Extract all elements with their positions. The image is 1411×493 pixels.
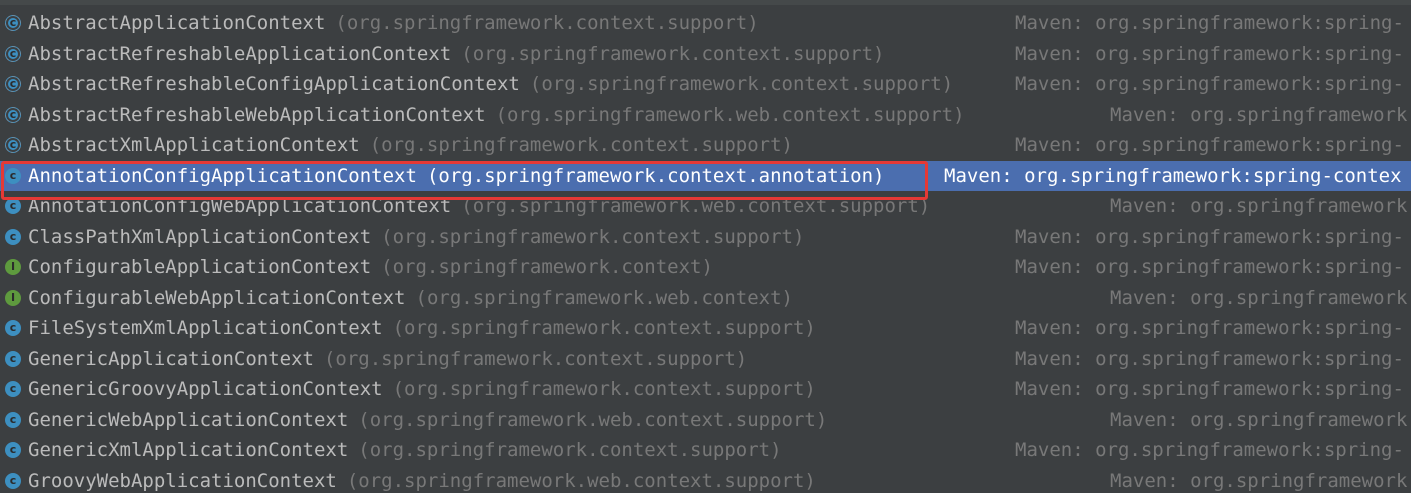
interface-icon: I — [5, 289, 21, 306]
library-name: Maven: org.springframework — [1110, 408, 1408, 431]
list-item-text: AbstractRefreshableApplicationContext (or… — [28, 42, 885, 66]
abstract-class-icon: c — [5, 137, 21, 153]
class-name: AbstractXmlApplicationContext — [28, 134, 360, 156]
list-item-text: GenericWebApplicationContext (org.springf… — [28, 408, 827, 432]
list-item[interactable]: c AbstractApplicationContext (org.springfr… — [0, 8, 1411, 39]
class-icon: c — [5, 411, 21, 428]
list-item[interactable]: c GroovyWebApplicationContext (org.springf… — [0, 466, 1411, 493]
popup-header-strip — [0, 0, 1411, 5]
class-chooser-popup: c AbstractApplicationContext (org.springfr… — [0, 0, 1411, 493]
list-item[interactable]: c AbstractXmlApplicationContext (org.sprin… — [0, 130, 1411, 161]
library-name: Maven: org.springframework:spring- — [1015, 378, 1404, 400]
class-icon: c — [5, 472, 21, 489]
list-item-text: ClassPathXmlApplicationContext (org.sprin… — [28, 225, 804, 249]
abstract-class-icon: c — [5, 76, 21, 92]
class-icon: c — [5, 198, 21, 214]
list-item-text: GenericApplicationContext (org.springfram… — [28, 347, 747, 371]
list-item-text: AnnotationConfigWebApplicationContext (or… — [28, 194, 930, 218]
list-item-text: AnnotationConfigApplicationContext (org.s… — [28, 164, 885, 188]
list-item[interactable]: c AnnotationConfigWebApplicationContext (o… — [0, 191, 1411, 222]
library-name: Maven: org.springframework — [1110, 469, 1408, 492]
library-name: Maven: org.springframework:spring- — [1015, 347, 1404, 370]
class-name: GenericGroovyApplicationContext — [28, 378, 383, 400]
list-item-text: ConfigurableWebApplicationContext (org.sp… — [28, 286, 793, 310]
package-name: (org.springframework.context.support) — [461, 42, 885, 65]
list-item[interactable]: c AbstractRefreshableWebApplicationContex… — [0, 100, 1411, 131]
package-name: (org.springframework.context.support) — [392, 378, 816, 400]
abstract-class-icon: c — [5, 15, 21, 31]
abstract-class-icon: c — [5, 45, 21, 62]
class-name: AnnotationConfigApplicationContext — [28, 164, 417, 187]
class-icon: c — [5, 350, 21, 367]
package-name: (org.springframework.context.support) — [392, 317, 816, 339]
library-name: Maven: org.springframework:spring-contex — [944, 164, 1402, 187]
class-name: AbstractRefreshableWebApplicationContext — [28, 103, 486, 126]
list-item[interactable]: c GenericWebApplicationContext (org.spring… — [0, 405, 1411, 436]
list-item-text: GenericGroovyApplicationContext (org.spri… — [28, 377, 816, 401]
library-name: Maven: org.springframework:spring- — [1015, 12, 1404, 34]
package-name: (org.springframework.web.context.support… — [495, 103, 965, 126]
package-name: (org.springframework.context.support) — [529, 73, 954, 95]
class-name: GroovyWebApplicationContext — [28, 469, 337, 492]
list-item[interactable]: I ConfigurableApplicationContext (org.spri… — [0, 252, 1411, 283]
list-item-text: GenericXmlApplicationContext (org.springf… — [28, 438, 782, 462]
class-name: AbstractRefreshableApplicationContext — [28, 42, 452, 65]
library-name: Maven: org.springframework — [1110, 286, 1408, 309]
library-name: Maven: org.springframework:spring- — [1015, 439, 1404, 461]
library-name: Maven: org.springframework:spring- — [1015, 73, 1404, 95]
list-item-text: GroovyWebApplicationContext (org.springfr… — [28, 469, 816, 493]
list-item[interactable]: c GenericGroovyApplicationContext (org.spr… — [0, 374, 1411, 405]
class-name: AbstractApplicationContext — [28, 12, 326, 34]
library-name: Maven: org.springframework — [1110, 103, 1408, 126]
library-name: Maven: org.springframework:spring- — [1015, 225, 1404, 248]
class-name: GenericApplicationContext — [28, 347, 314, 370]
package-name: (org.springframework.context.annotation) — [426, 164, 885, 187]
package-name: (org.springframework.context.support) — [358, 439, 782, 461]
list-item[interactable]: c AbstractRefreshableConfigApplicationCon… — [0, 69, 1411, 100]
package-name: (org.springframework.web.context) — [415, 286, 794, 309]
class-icon: c — [5, 320, 21, 336]
library-name: Maven: org.springframework — [1110, 195, 1408, 217]
interface-icon: I — [5, 259, 21, 275]
abstract-class-icon: c — [5, 106, 21, 123]
package-name: (org.springframework.context) — [381, 256, 713, 278]
list-item-selected[interactable]: c AnnotationConfigApplicationContext (org.… — [0, 160, 1411, 191]
list-item[interactable]: c GenericApplicationContext (org.springfra… — [0, 344, 1411, 375]
library-name: Maven: org.springframework:spring- — [1015, 317, 1404, 339]
list-item[interactable]: c FileSystemXmlApplicationContext (org.spr… — [0, 313, 1411, 344]
list-item-text: AbstractApplicationContext (org.springfra… — [28, 11, 759, 35]
package-name: (org.springframework.context.support) — [335, 12, 759, 34]
class-icon: c — [5, 167, 21, 184]
package-name: (org.springframework.context.support) — [381, 225, 805, 248]
package-name: (org.springframework.web.context.support… — [346, 469, 816, 492]
list-item[interactable]: c ClassPathXmlApplicationContext (org.spri… — [0, 222, 1411, 253]
class-name: AbstractRefreshableConfigApplicationCont… — [28, 73, 520, 95]
package-name: (org.springframework.web.context.support… — [461, 195, 931, 217]
list-item[interactable]: c AbstractRefreshableApplicationContext (o… — [0, 39, 1411, 70]
list-item[interactable]: I ConfigurableWebApplicationContext (org.s… — [0, 283, 1411, 314]
library-name: Maven: org.springframework:spring- — [1015, 42, 1404, 65]
class-name: ClassPathXmlApplicationContext — [28, 225, 372, 248]
class-name: FileSystemXmlApplicationContext — [28, 317, 383, 339]
class-icon: c — [5, 228, 21, 245]
package-name: (org.springframework.context.support) — [323, 347, 748, 370]
library-name: Maven: org.springframework:spring- — [1015, 134, 1404, 156]
class-name: ConfigurableWebApplicationContext — [28, 286, 406, 309]
list-item-text: FileSystemXmlApplicationContext (org.spri… — [28, 316, 816, 340]
list-item-text: AbstractXmlApplicationContext (org.spring… — [28, 133, 793, 157]
package-name: (org.springframework.context.support) — [369, 134, 793, 156]
class-name: ConfigurableApplicationContext — [28, 256, 372, 278]
class-name: AnnotationConfigWebApplicationContext — [28, 195, 452, 217]
class-icon: c — [5, 381, 21, 397]
class-name: GenericXmlApplicationContext — [28, 439, 349, 461]
class-icon: c — [5, 442, 21, 458]
list-item[interactable]: c GenericXmlApplicationContext (org.spring… — [0, 435, 1411, 466]
class-name: GenericWebApplicationContext — [28, 408, 349, 431]
list-item-text: AbstractRefreshableConfigApplicationCont… — [28, 72, 953, 96]
library-name: Maven: org.springframework:spring- — [1015, 256, 1404, 278]
list-item-text: AbstractRefreshableWebApplicationContext… — [28, 103, 965, 127]
list-item-text: ConfigurableApplicationContext (org.sprin… — [28, 255, 713, 279]
package-name: (org.springframework.web.context.support… — [358, 408, 828, 431]
class-result-list: c AbstractApplicationContext (org.springfr… — [0, 8, 1411, 493]
